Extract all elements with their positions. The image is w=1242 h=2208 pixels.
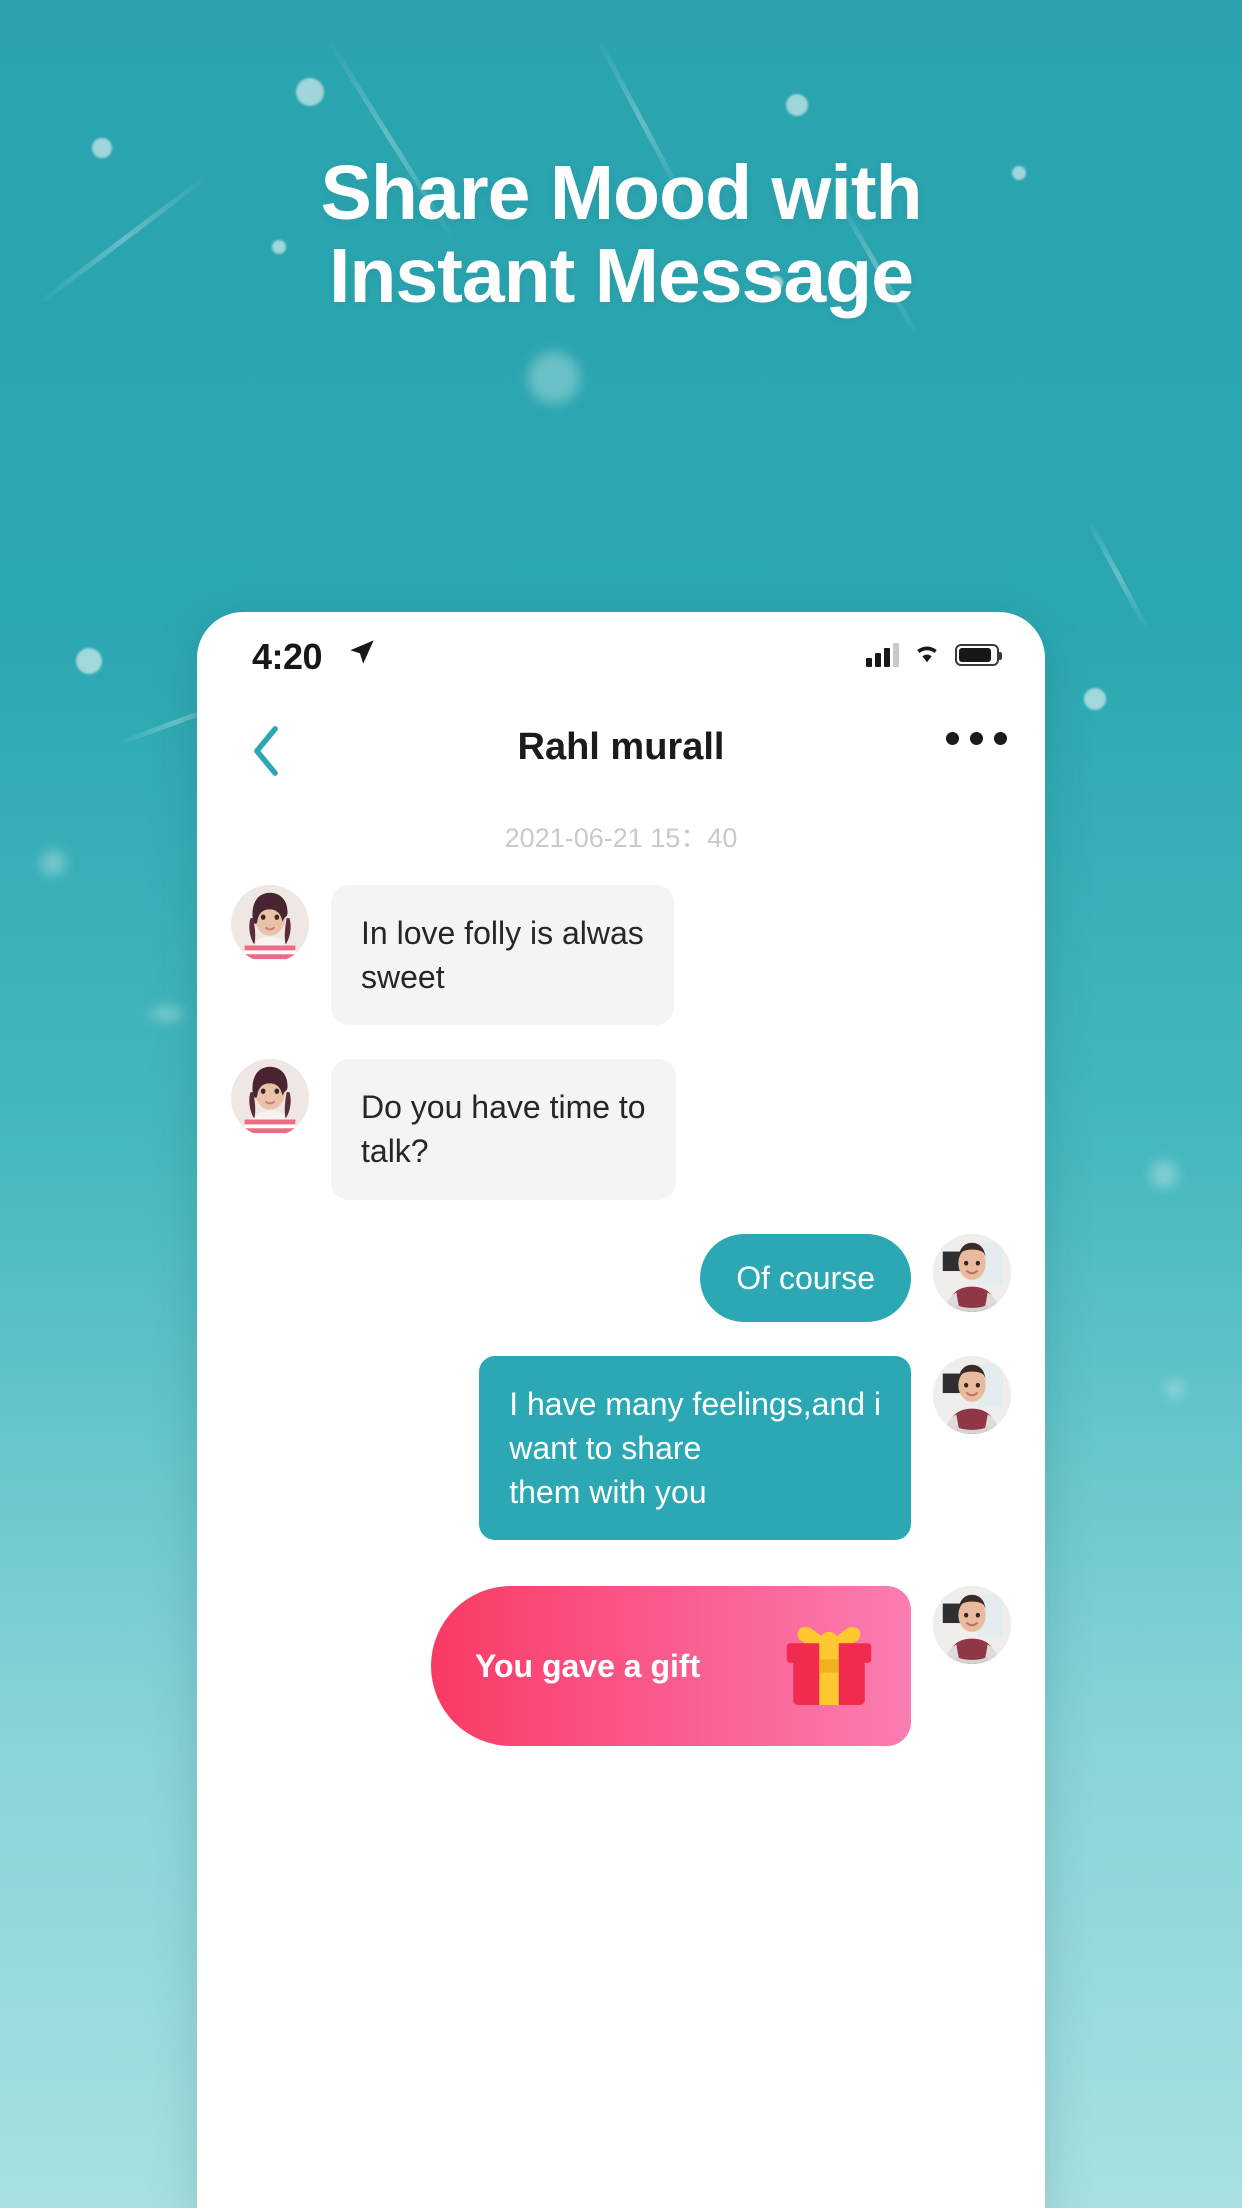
- bokeh-dot: [786, 94, 808, 116]
- user-avatar[interactable]: [933, 1355, 1011, 1434]
- message-bubble[interactable]: Of course: [700, 1233, 911, 1322]
- status-bar-indicators: [866, 640, 1002, 669]
- gift-message-bubble[interactable]: You gave a gift: [431, 1586, 911, 1747]
- chat-daystamp: 2021-06-21 15：40: [504, 823, 738, 853]
- bokeh-dot: [528, 352, 580, 404]
- bokeh-dot: [1150, 1160, 1178, 1188]
- bokeh-dot: [296, 78, 324, 106]
- bokeh-dot: [40, 850, 66, 876]
- status-bar: 4:20: [197, 612, 1045, 704]
- chat-message-row: Of course: [197, 1233, 1045, 1322]
- chat-message-row: In love folly is alwas sweet: [197, 885, 1045, 1026]
- phone-mockup: 4:20 Rahl murall 2021-06-21 15：40 In lov…: [197, 612, 1045, 2208]
- headline-line-1: Share Mood with: [320, 150, 923, 236]
- chat-nav-bar: Rahl murall: [197, 704, 1045, 800]
- contact-avatar[interactable]: [231, 1059, 309, 1138]
- more-options-button[interactable]: [946, 732, 1007, 745]
- message-bubble[interactable]: In love folly is alwas sweet: [331, 885, 674, 1026]
- gift-message-label: You gave a gift: [475, 1647, 701, 1684]
- bokeh-dot: [76, 648, 102, 674]
- wifi-icon: [912, 640, 942, 669]
- battery-icon: [955, 643, 1002, 666]
- user-avatar[interactable]: [933, 1586, 1011, 1665]
- headline-line-2: Instant Message: [328, 233, 914, 320]
- promo-headline: Share Mood with Instant Message: [0, 150, 1242, 320]
- message-bubble[interactable]: Do you have time to talk?: [331, 1059, 676, 1200]
- page-title: Rahl murall: [517, 726, 725, 768]
- bokeh-dot: [1084, 688, 1106, 710]
- chat-message-row: Do you have time to talk?: [197, 1059, 1045, 1200]
- bokeh-dot: [1166, 1380, 1184, 1398]
- light-streak: [1087, 521, 1149, 630]
- chat-message-row: I have many feelings,and i want to share…: [197, 1355, 1045, 1541]
- status-bar-time: 4:20: [252, 636, 323, 677]
- message-bubble[interactable]: I have many feelings,and i want to share…: [479, 1355, 911, 1541]
- contact-avatar[interactable]: [231, 885, 309, 963]
- gift-box-icon: [777, 1614, 881, 1718]
- more-horizontal-icon: [946, 732, 959, 745]
- chat-message-row: You gave a gift: [197, 1586, 1045, 1747]
- bokeh-dot: [150, 1006, 184, 1022]
- location-arrow-icon: [348, 638, 376, 671]
- cellular-signal-icon: [866, 642, 899, 667]
- user-avatar[interactable]: [933, 1233, 1011, 1312]
- chat-message-list[interactable]: 2021-06-21 15：40 In love folly is alwas …: [197, 816, 1045, 1820]
